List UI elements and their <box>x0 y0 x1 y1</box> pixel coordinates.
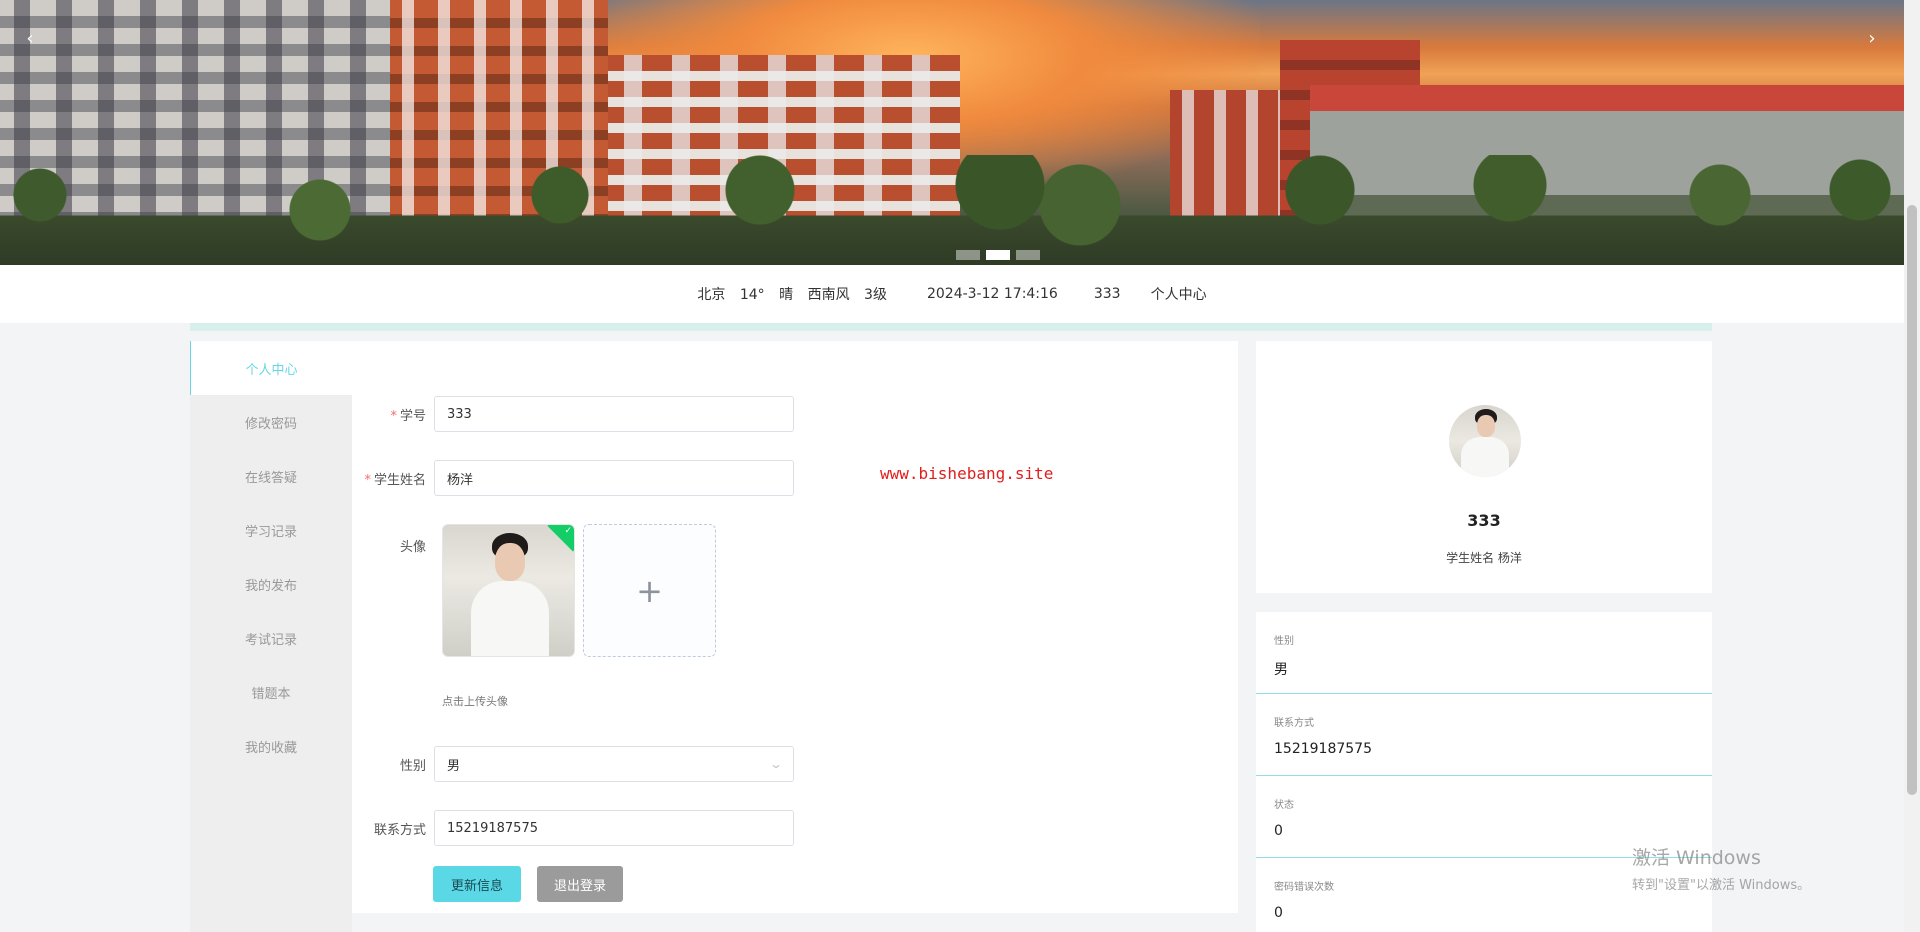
profile-sub-value: 杨洋 <box>1497 551 1522 565</box>
carousel-indicators <box>956 250 1040 260</box>
required-mark: * <box>364 472 371 488</box>
avatar-label: 头像 <box>399 540 426 555</box>
detail-value: 0 <box>1274 905 1283 921</box>
windows-activation-title: 激活 Windows <box>1632 847 1761 869</box>
gender-select-value: 男 <box>447 758 461 774</box>
gender-row: 性别 男 ⌄ <box>352 746 794 782</box>
weather-wind: 西南风 <box>807 287 850 303</box>
weather-info: 北京 14° 晴 西南风 3级 <box>697 284 897 304</box>
detail-label: 密码错误次数 <box>1274 882 1334 893</box>
student-name-input[interactable]: 杨洋 <box>434 460 794 496</box>
profile-name: 333 <box>1467 511 1501 530</box>
avatar <box>1449 405 1521 477</box>
watermark-url: www.bishebang.site <box>880 464 1054 483</box>
personal-center-link[interactable]: 个人中心 <box>1151 284 1207 304</box>
profile-form: * 学号 333 * 学生姓名 杨洋 头像 ✓ + 点击上传头像 性别 男 ⌄ 联系… <box>352 341 1238 913</box>
required-mark: * <box>390 408 397 424</box>
detail-label: 状态 <box>1274 800 1294 811</box>
detail-value: 15219187575 <box>1274 741 1372 757</box>
upload-tip: 点击上传头像 <box>442 695 508 708</box>
logout-button[interactable]: 退出登录 <box>537 866 623 902</box>
profile-subtitle: 学生姓名 杨洋 <box>1256 549 1712 566</box>
check-icon: ✓ <box>564 526 572 536</box>
current-datetime: 2024-3-12 17:4:16 <box>926 286 1058 302</box>
sidebar-item-favorites[interactable]: 我的收藏 <box>190 719 352 773</box>
scrollbar[interactable] <box>1904 0 1920 932</box>
student-no-label: * 学号 <box>390 408 426 424</box>
carousel-dot[interactable] <box>1016 250 1040 260</box>
plus-icon: + <box>636 571 663 610</box>
current-user[interactable]: 333 <box>1094 286 1121 302</box>
student-no-input[interactable]: 333 <box>434 396 794 432</box>
divider <box>190 323 1712 331</box>
carousel-dot-active[interactable] <box>986 250 1010 260</box>
detail-gender: 性别 男 <box>1256 612 1712 694</box>
detail-value: 男 <box>1274 662 1288 678</box>
windows-activation-watermark: 激活 Windows 转到"设置"以激活 Windows。 <box>1632 843 1810 893</box>
banner-carousel[interactable]: ‹ › <box>0 0 1904 265</box>
student-name-row: * 学生姓名 杨洋 <box>352 460 794 496</box>
windows-activation-subtitle: 转到"设置"以激活 Windows。 <box>1632 878 1811 893</box>
sidebar: 个人中心 修改密码 在线答疑 学习记录 我的发布 考试记录 错题本 我的收藏 <box>190 341 352 932</box>
chevron-down-icon: ⌄ <box>768 757 784 771</box>
student-no-row: * 学号 333 <box>352 396 794 432</box>
avatar <box>459 533 559 656</box>
profile-sub-label: 学生姓名 <box>1446 551 1495 565</box>
weather-condition: 晴 <box>779 287 794 303</box>
avatar-preview[interactable]: ✓ <box>442 524 575 657</box>
avatar-figure <box>1455 409 1515 477</box>
detail-value: 0 <box>1274 823 1283 839</box>
student-name-label: * 学生姓名 <box>364 472 426 488</box>
detail-label: 联系方式 <box>1274 718 1314 729</box>
sidebar-item-online-qa[interactable]: 在线答疑 <box>190 449 352 503</box>
scrollbar-thumb[interactable] <box>1907 205 1917 795</box>
contact-row: 联系方式 15219187575 <box>352 810 794 846</box>
detail-contact: 联系方式 15219187575 <box>1256 694 1712 776</box>
sidebar-item-study-records[interactable]: 学习记录 <box>190 503 352 557</box>
contact-label: 联系方式 <box>373 822 426 838</box>
weather-city: 北京 <box>697 287 726 303</box>
sidebar-item-my-posts[interactable]: 我的发布 <box>190 557 352 611</box>
sidebar-item-exam-records[interactable]: 考试记录 <box>190 611 352 665</box>
gender-label: 性别 <box>399 758 426 774</box>
sidebar-item-wrong-questions[interactable]: 错题本 <box>190 665 352 719</box>
info-bar: 北京 14° 晴 西南风 3级 2024-3-12 17:4:16 333 个人… <box>0 265 1904 323</box>
chevron-right-icon[interactable]: › <box>1860 28 1884 49</box>
update-info-button[interactable]: 更新信息 <box>433 866 521 902</box>
weather-temp: 14° <box>739 287 765 303</box>
sidebar-item-change-password[interactable]: 修改密码 <box>190 395 352 449</box>
detail-label: 性别 <box>1274 636 1294 647</box>
weather-wind-level: 3级 <box>864 287 887 303</box>
gender-select[interactable]: 男 ⌄ <box>434 746 794 782</box>
carousel-dot[interactable] <box>956 250 980 260</box>
contact-input[interactable]: 15219187575 <box>434 810 794 846</box>
banner-trees <box>0 155 1904 265</box>
profile-card: 333 学生姓名 杨洋 <box>1256 341 1712 593</box>
upload-avatar-button[interactable]: + <box>583 524 716 657</box>
chevron-left-icon[interactable]: ‹ <box>18 28 42 49</box>
sidebar-item-personal-center[interactable]: 个人中心 <box>190 341 352 395</box>
